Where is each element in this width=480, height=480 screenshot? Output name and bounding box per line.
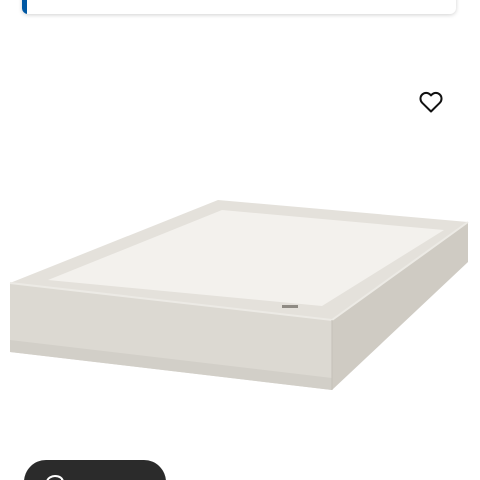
product-page <box>0 0 480 480</box>
heart-icon <box>419 91 443 113</box>
rotate-3d-icon <box>46 474 64 480</box>
top-banner-card[interactable] <box>22 0 456 14</box>
base-label-tag <box>282 305 298 308</box>
favourite-button[interactable] <box>416 88 446 116</box>
banner-accent-bar <box>22 0 27 14</box>
product-image[interactable] <box>0 180 480 420</box>
view-3d-button[interactable] <box>24 460 166 480</box>
